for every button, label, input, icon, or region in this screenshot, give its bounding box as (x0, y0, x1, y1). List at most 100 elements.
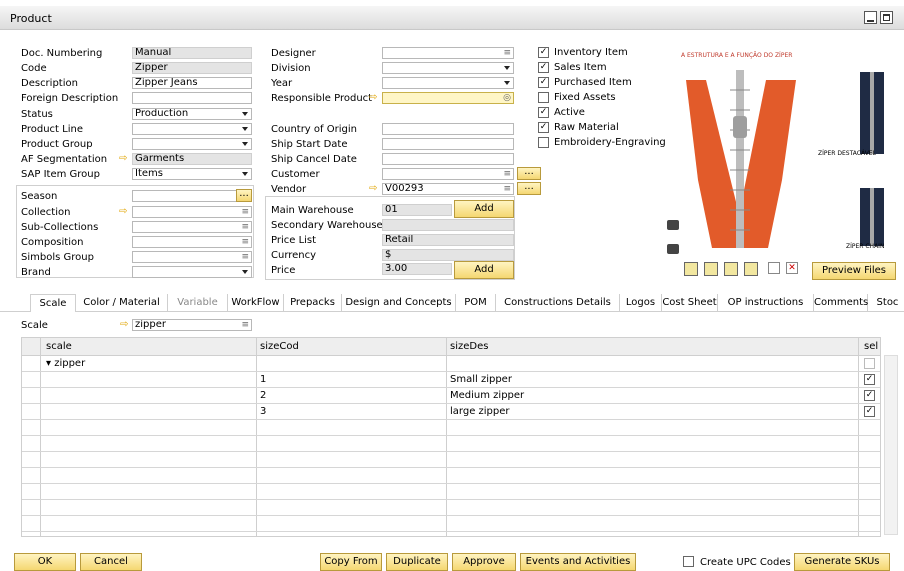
table-row[interactable] (22, 484, 880, 500)
product-group-field[interactable] (132, 138, 252, 150)
dropdown-arrow-icon[interactable] (504, 66, 510, 70)
tab-logos[interactable]: Logos (620, 294, 662, 312)
raw-material-checkbox[interactable]: ✓ (538, 122, 549, 133)
dropdown-arrow-icon[interactable] (504, 81, 510, 85)
link-arrow-icon[interactable]: ⇨ (369, 93, 380, 103)
tab-stoc[interactable]: Stoc (868, 294, 904, 312)
collection-field[interactable]: ≡ (132, 206, 252, 218)
season-field[interactable] (132, 190, 252, 202)
product-line-field[interactable] (132, 123, 252, 135)
dropdown-arrow-icon[interactable] (242, 142, 248, 146)
division-field[interactable] (382, 62, 514, 74)
copy-from-button[interactable]: Copy From (320, 553, 382, 571)
minimize-button[interactable] (864, 11, 877, 24)
foreign-description-field[interactable] (132, 92, 252, 104)
table-row[interactable] (22, 500, 880, 516)
create-upc-checkbox[interactable] (683, 556, 694, 567)
code-field[interactable]: Zipper (132, 62, 252, 74)
table-row[interactable] (22, 436, 880, 452)
sel-checkbox[interactable]: ✓ (864, 390, 875, 401)
dropdown-arrow-icon[interactable] (242, 172, 248, 176)
add-image-icon[interactable] (768, 262, 780, 274)
country-of-origin-field[interactable] (382, 123, 514, 135)
add-price-button[interactable]: Add (454, 261, 514, 279)
sales-item-checkbox[interactable]: ✓ (538, 62, 549, 73)
secondary-warehouses-field[interactable] (382, 219, 514, 231)
tab-color-material[interactable]: Color / Material (76, 294, 168, 312)
link-arrow-icon[interactable]: ⇨ (120, 320, 131, 330)
embroidery-engraving-checkbox[interactable] (538, 137, 549, 148)
responsible-product-field[interactable]: ◎ (382, 92, 514, 104)
scale-field[interactable]: zipper ≡ (132, 319, 252, 331)
col-scale-header[interactable]: scale (46, 339, 72, 354)
dropdown-arrow-icon[interactable] (242, 270, 248, 274)
purchased-item-checkbox[interactable]: ✓ (538, 77, 549, 88)
fixed-assets-checkbox[interactable] (538, 92, 549, 103)
season-browse-button[interactable]: ... (236, 189, 252, 202)
currency-field[interactable]: $ (382, 249, 514, 261)
table-row[interactable]: 1 Small zipper ✓ (22, 372, 880, 388)
ship-start-date-field[interactable] (382, 138, 514, 150)
customer-field[interactable]: ≡ (382, 168, 514, 180)
list-icon[interactable]: ≡ (241, 222, 249, 232)
vendor-browse-button[interactable]: ... (517, 182, 541, 195)
price-field[interactable]: 3.00 (382, 263, 452, 275)
last-image-icon[interactable] (744, 262, 758, 276)
description-field[interactable]: Zipper Jeans (132, 77, 252, 89)
list-icon[interactable]: ≡ (503, 184, 511, 194)
main-warehouse-field[interactable]: 01 (382, 204, 452, 216)
duplicate-button[interactable]: Duplicate (386, 553, 448, 571)
maximize-button[interactable] (880, 11, 893, 24)
list-icon[interactable]: ≡ (241, 252, 249, 262)
next-image-icon[interactable] (724, 262, 738, 276)
list-icon[interactable]: ≡ (241, 237, 249, 247)
status-field[interactable]: Production (132, 108, 252, 120)
active-checkbox[interactable]: ✓ (538, 107, 549, 118)
doc-numbering-field[interactable]: Manual (132, 47, 252, 59)
price-list-field[interactable]: Retail (382, 234, 514, 246)
tab-prepacks[interactable]: Prepacks (284, 294, 342, 312)
tab-op-instructions[interactable]: OP instructions (718, 294, 814, 312)
tab-pom[interactable]: POM (456, 294, 496, 312)
col-sizedes-header[interactable]: sizeDes (450, 339, 488, 354)
list-icon[interactable]: ≡ (503, 48, 511, 58)
link-arrow-icon[interactable]: ⇨ (119, 154, 130, 164)
camera-icon[interactable] (667, 220, 679, 230)
search-icon[interactable]: ◎ (503, 93, 511, 103)
dropdown-arrow-icon[interactable] (242, 127, 248, 131)
link-arrow-icon[interactable]: ⇨ (119, 207, 130, 217)
cancel-button[interactable]: Cancel (80, 553, 142, 571)
link-arrow-icon[interactable]: ⇨ (369, 184, 380, 194)
year-field[interactable] (382, 77, 514, 89)
dropdown-arrow-icon[interactable] (242, 112, 248, 116)
col-sel-header[interactable]: sel (864, 339, 878, 354)
grid-scrollbar[interactable] (884, 355, 898, 535)
sel-checkbox[interactable] (864, 358, 875, 369)
events-and-activities-button[interactable]: Events and Activities (520, 553, 636, 571)
tab-workflow[interactable]: WorkFlow (228, 294, 284, 312)
brand-field[interactable] (132, 266, 252, 278)
preview-files-button[interactable]: Preview Files (812, 262, 896, 280)
table-row[interactable] (22, 516, 880, 532)
table-row[interactable]: 3 large zipper ✓ (22, 404, 880, 420)
sap-item-group-field[interactable]: Items (132, 168, 252, 180)
customer-browse-button[interactable]: ... (517, 167, 541, 180)
list-icon[interactable]: ≡ (241, 207, 249, 217)
sel-checkbox[interactable]: ✓ (864, 406, 875, 417)
tab-design-and-concepts[interactable]: Design and Concepts (342, 294, 456, 312)
first-image-icon[interactable] (684, 262, 698, 276)
col-sizecod-header[interactable]: sizeCod (260, 339, 299, 354)
ship-cancel-date-field[interactable] (382, 153, 514, 165)
vendor-field[interactable]: V00293 ≡ (382, 183, 514, 195)
af-segmentation-field[interactable]: Garments (132, 153, 252, 165)
camera-icon[interactable] (667, 244, 679, 254)
tab-constructions-details[interactable]: Constructions Details (496, 294, 620, 312)
generate-skus-button[interactable]: Generate SKUs (794, 553, 890, 571)
tab-cost-sheet[interactable]: Cost Sheet (662, 294, 718, 312)
add-warehouse-button[interactable]: Add (454, 200, 514, 218)
tab-variable[interactable]: Variable (168, 294, 228, 312)
table-row[interactable]: 2 Medium zipper ✓ (22, 388, 880, 404)
approve-button[interactable]: Approve (452, 553, 516, 571)
table-row[interactable] (22, 468, 880, 484)
designer-field[interactable]: ≡ (382, 47, 514, 59)
